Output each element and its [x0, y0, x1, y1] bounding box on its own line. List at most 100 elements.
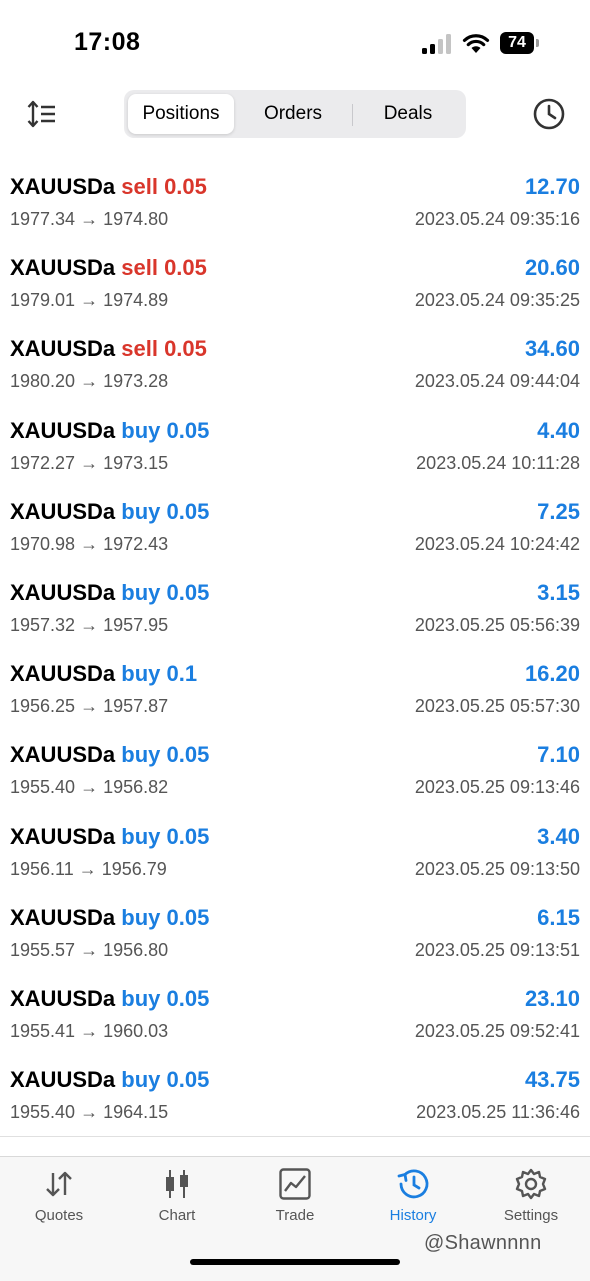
deal-row[interactable]: XAUUSDa buy 0.05 3.15 1957.32 → 1957.95 202…: [0, 568, 590, 649]
deal-title: XAUUSDa buy 0.05: [10, 824, 209, 850]
deal-profit: 7.25: [537, 498, 580, 524]
deal-profit: 7.10: [537, 742, 580, 768]
deal-side-volume: sell 0.05: [121, 255, 207, 281]
deal-time: 2023.05.25 09:52:41: [414, 1020, 580, 1041]
deal-title: XAUUSDa buy 0.05: [10, 905, 209, 931]
deal-symbol: XAUUSDa: [10, 498, 116, 524]
deal-title: XAUUSDa sell 0.05: [10, 174, 207, 200]
deal-prices: 1956.25 → 1957.87: [10, 696, 169, 717]
deal-time: 2023.05.25 09:13:51: [414, 939, 580, 960]
deal-symbol: XAUUSDa: [10, 174, 116, 199]
deal-profit: 20.60: [524, 255, 580, 281]
clock-icon[interactable]: [532, 97, 566, 131]
deal-row[interactable]: XAUUSDa buy 0.05 43.75 1955.40 → 1964.15 20…: [0, 1055, 590, 1136]
deal-row[interactable]: XAUUSDa buy 0.05 23.10 1955.41 → 1960.03 20…: [0, 974, 590, 1055]
status-bar: 17:08 74: [0, 0, 590, 80]
sort-icon[interactable]: [26, 98, 58, 130]
deal-side-volume: buy 0.05: [121, 1067, 210, 1093]
battery-tip: [536, 39, 539, 47]
tab-quotes[interactable]: Quotes: [0, 1167, 118, 1237]
tab-orders[interactable]: Orders: [238, 94, 348, 134]
deal-profit: 23.10: [524, 985, 580, 1011]
deal-symbol: XAUUSDa: [10, 661, 116, 687]
deal-row[interactable]: XAUUSDa buy 0.05 4.40 1972.27 → 1973.15 202…: [0, 406, 590, 487]
deal-prices: 1955.40 → 1956.82: [10, 777, 169, 798]
tab-label-trade: Trade: [275, 1207, 315, 1224]
history-icon: [397, 1169, 429, 1199]
tab-history[interactable]: History: [354, 1167, 472, 1237]
deal-title: XAUUSDa sell 0.05: [10, 336, 207, 362]
deal-row[interactable]: XAUUSDa buy 0.05 7.10 1955.40 → 1956.82 202…: [0, 730, 590, 811]
deal-side-volume: buy 0.05: [121, 417, 210, 443]
segmented-control: Positions Orders Deals: [124, 90, 466, 138]
deal-time: 2023.05.24 09:35:16: [414, 209, 580, 229]
deal-side-volume: sell 0.05: [121, 174, 207, 199]
trade-icon: [279, 1168, 311, 1200]
tab-chart[interactable]: Chart: [118, 1167, 236, 1237]
deal-symbol: XAUUSDa: [10, 904, 116, 930]
deal-side-volume: buy 0.05: [121, 985, 210, 1011]
deal-prices: 1956.11 → 1956.79: [10, 858, 167, 879]
deals-list: XAUUSDa sell 0.05 12.70 1977.34 → 1974.80 2…: [0, 162, 590, 1136]
deal-side-volume: buy 0.05: [121, 823, 210, 849]
header: Positions Orders Deals: [0, 80, 590, 150]
cellular-signal-icon: [422, 34, 454, 54]
deal-time: 2023.05.24 10:11:28: [416, 452, 580, 473]
deal-profit: 3.15: [537, 579, 580, 605]
deal-symbol: XAUUSDa: [10, 417, 116, 443]
deal-profit: 34.60: [524, 336, 580, 362]
deal-profit: 3.40: [537, 823, 580, 849]
deal-row[interactable]: XAUUSDa buy 0.05 3.40 1956.11 → 1956.79 202…: [0, 812, 590, 893]
deal-title: XAUUSDa buy 0.05: [10, 1067, 209, 1093]
tab-deals[interactable]: Deals: [354, 94, 462, 134]
tab-settings[interactable]: Settings: [472, 1167, 590, 1237]
watermark: @Shawnnnn: [424, 1232, 542, 1254]
tab-trade[interactable]: Trade: [236, 1167, 354, 1237]
deal-row[interactable]: XAUUSDa sell 0.05 20.60 1979.01 → 1974.89 2…: [0, 243, 590, 324]
tab-label-chart: Chart: [158, 1207, 196, 1224]
status-time: 17:08: [74, 28, 141, 56]
deal-time: 2023.05.24 09:44:04: [414, 371, 580, 392]
deal-profit: 4.40: [537, 417, 580, 443]
deal-prices: 1972.27 → 1973.15: [10, 452, 169, 473]
deal-symbol: XAUUSDa: [10, 1067, 116, 1093]
deal-profit: 16.20: [524, 661, 580, 687]
segment-divider: [352, 104, 353, 126]
deal-row[interactable]: XAUUSDa buy 0.1 16.20 1956.25 → 1957.87 202…: [0, 649, 590, 730]
deal-time: 2023.05.25 05:56:39: [414, 614, 580, 635]
deal-prices: 1980.20 → 1973.28: [10, 371, 169, 392]
deal-time: 2023.05.25 11:36:46: [416, 1102, 580, 1123]
tab-positions[interactable]: Positions: [128, 94, 234, 134]
deal-symbol: XAUUSDa: [10, 336, 116, 362]
battery-icon: 74: [500, 32, 534, 54]
deal-profit: 6.15: [537, 904, 580, 930]
deal-row[interactable]: XAUUSDa sell 0.05 34.60 1980.20 → 1973.28 2…: [0, 324, 590, 405]
deal-symbol: XAUUSDa: [10, 742, 116, 768]
deal-row[interactable]: XAUUSDa buy 0.05 6.15 1955.57 → 1956.80 202…: [0, 893, 590, 974]
deal-time: 2023.05.25 09:13:46: [414, 777, 580, 798]
deal-side-volume: buy 0.05: [121, 742, 210, 768]
deal-time: 2023.05.25 05:57:30: [414, 696, 580, 717]
deal-prices: 1957.32 → 1957.95: [10, 614, 169, 635]
deal-profit: 12.70: [524, 174, 580, 199]
wifi-icon: [462, 34, 490, 53]
deal-side-volume: sell 0.05: [121, 336, 207, 362]
deal-row[interactable]: XAUUSDa buy 0.05 7.25 1970.98 → 1972.43 202…: [0, 487, 590, 568]
deal-prices: 1977.34 → 1974.80: [10, 209, 169, 229]
deal-time: 2023.05.24 09:35:25: [414, 290, 580, 311]
deal-title: XAUUSDa buy 0.05: [10, 986, 209, 1012]
settings-icon: [515, 1168, 547, 1200]
deal-title: XAUUSDa buy 0.05: [10, 418, 209, 444]
deal-time: 2023.05.25 09:13:50: [414, 858, 580, 879]
tab-label-history: History: [389, 1207, 437, 1224]
deal-symbol: XAUUSDa: [10, 985, 116, 1011]
home-indicator: [190, 1259, 400, 1265]
separator: [0, 1136, 590, 1137]
deal-title: XAUUSDa buy 0.05: [10, 742, 209, 768]
deal-time: 2023.05.24 10:24:42: [414, 533, 580, 554]
deal-side-volume: buy 0.05: [121, 498, 210, 524]
deal-row[interactable]: XAUUSDa sell 0.05 12.70 1977.34 → 1974.80 2…: [0, 162, 590, 243]
deal-side-volume: buy 0.05: [121, 904, 210, 930]
deal-side-volume: buy 0.1: [121, 661, 198, 687]
deal-title: XAUUSDa buy 0.05: [10, 499, 209, 525]
